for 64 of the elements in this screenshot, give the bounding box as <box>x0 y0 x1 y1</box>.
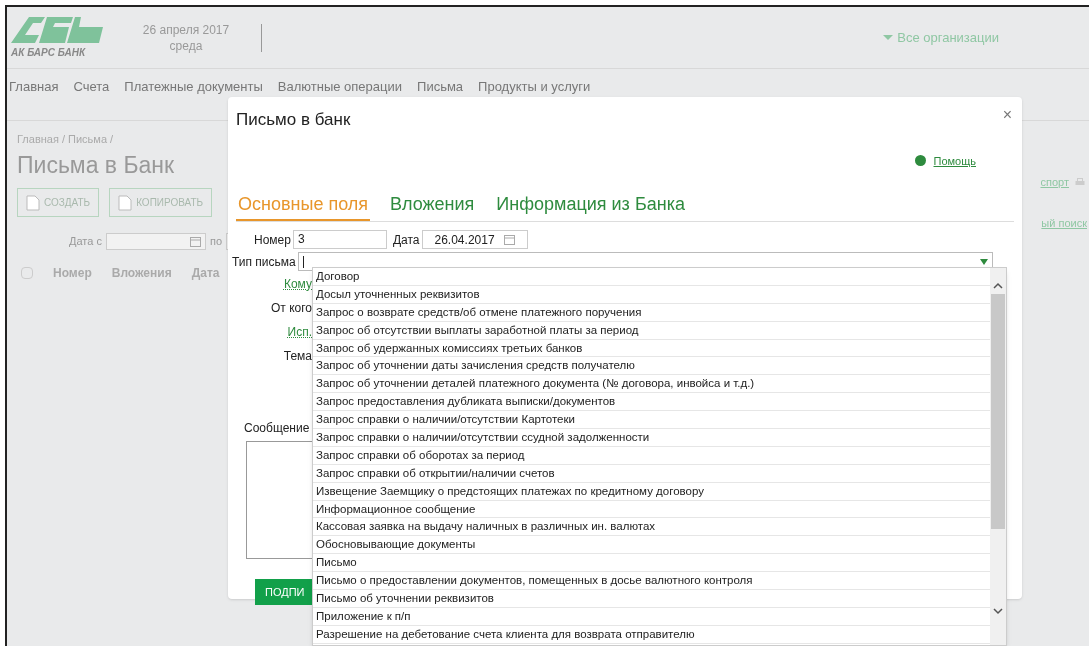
dropdown-option[interactable]: Запрос справки о наличии/отсутствии ссудной задолженности <box>313 429 990 447</box>
help-link[interactable]: Помощь <box>914 152 976 169</box>
dropdown-option[interactable]: Запрос о возврате средств/об отмене платежного поручения <box>313 303 990 322</box>
nav-link[interactable]: Валютные операции <box>277 77 403 97</box>
date-to-label: по <box>209 234 222 250</box>
dropdown-option[interactable]: Запрос справки об оборотах за период <box>313 446 990 465</box>
bank-name: АК БАРС БАНК <box>11 46 87 60</box>
dropdown-option[interactable]: Приложение к п/п <box>313 607 990 626</box>
nav-link[interactable]: Главная <box>9 77 59 97</box>
field-label[interactable]: Исп. <box>287 323 312 341</box>
dropdown-option[interactable]: Запрос справки об открытии/наличии счетов <box>313 464 990 483</box>
column-header: Номер <box>53 265 92 282</box>
number-label: Номер <box>254 231 291 249</box>
dropdown-option[interactable]: Запрос об уточнении деталей платежного документа (№ договора, инвойса и т.д.) <box>313 375 990 394</box>
dropdown-option[interactable]: Письмо <box>313 554 990 573</box>
dropdown-option[interactable]: Разрешение на дебетование счета клиента для возврата отправителю <box>313 625 990 644</box>
logo-icon <box>11 15 105 45</box>
type-label: Тип письма <box>232 253 296 271</box>
dialog-title: Письмо в банк <box>236 109 351 131</box>
dropdown-option[interactable]: Договор <box>313 268 990 286</box>
dropdown-option[interactable]: Информационное сообщение <box>313 500 990 519</box>
nav-link[interactable]: Продукты и услуги <box>478 77 591 97</box>
nav-link[interactable]: Платежные документы <box>124 77 263 97</box>
breadcrumb: Главная / Письма / <box>17 132 115 147</box>
dropdown-option[interactable]: Запрос предоставления дубликата выписки/документов <box>313 393 990 412</box>
dropdown-option[interactable]: Обосновывающие документы <box>313 536 990 555</box>
tab[interactable]: Вложения <box>388 191 477 221</box>
column-header: Вложения <box>111 265 172 282</box>
dropdown-option[interactable]: Письмо об уточнении реквизитов <box>313 590 990 608</box>
dropdown-option[interactable]: Запрос об отсутствии выплаты заработной платы за период <box>313 321 990 340</box>
scrollbar[interactable] <box>990 268 1006 645</box>
field-label: Тема <box>283 348 312 365</box>
field-label: От кого <box>271 300 312 317</box>
scroll-down-icon <box>993 607 1003 615</box>
document-icon <box>118 194 133 211</box>
date-from-label: Дата с <box>69 234 102 250</box>
dropdown-option[interactable]: Письмо о предоставлении документов, помещенных в досье валютного контроля <box>313 572 990 591</box>
calendar-icon[interactable] <box>503 234 515 245</box>
date-field[interactable]: 26.04.2017 <box>421 230 528 249</box>
column-header: Дата <box>191 265 220 282</box>
number-field[interactable]: 3 <box>292 230 387 249</box>
dropdown-option[interactable]: Кассовая заявка на выдачу наличных в различных ин. валютах <box>313 518 990 537</box>
scroll-up-icon <box>993 282 1003 290</box>
date-label: Дата <box>392 231 420 249</box>
message-label: Сообщение <box>244 420 310 437</box>
dropdown-option[interactable]: Запрос об удержанных комиссиях третьих банков <box>313 339 990 358</box>
field-label[interactable]: Кому <box>283 275 312 293</box>
tab[interactable]: Информация из Банка <box>494 191 687 221</box>
dropdown-option[interactable]: Извещение Заемщику о предстоящих платежах по кредитному договору <box>313 482 990 501</box>
document-icon <box>26 194 40 211</box>
page-title: Письма в Банк <box>17 150 175 180</box>
date-from-field[interactable] <box>105 233 206 250</box>
close-button[interactable]: × <box>1002 107 1012 123</box>
nav-link[interactable]: Счета <box>73 77 110 97</box>
dropdown-option[interactable]: Запрос об уточнении даты зачисления средств получателю <box>313 357 990 376</box>
printer-icon[interactable] <box>1075 177 1085 187</box>
weekday-text: среда <box>169 37 203 54</box>
date-text: 26 апреля 2017 <box>142 21 230 38</box>
calendar-icon[interactable] <box>189 236 201 247</box>
select-all-checkbox[interactable] <box>21 267 33 279</box>
dropdown-option[interactable]: Запрос справки о наличии/отсутствии Картотеки <box>313 411 990 429</box>
help-icon <box>914 155 926 167</box>
dropdown-option[interactable]: Досыл уточненных реквизитов <box>313 285 990 304</box>
nav-link[interactable]: Письма <box>417 77 464 97</box>
